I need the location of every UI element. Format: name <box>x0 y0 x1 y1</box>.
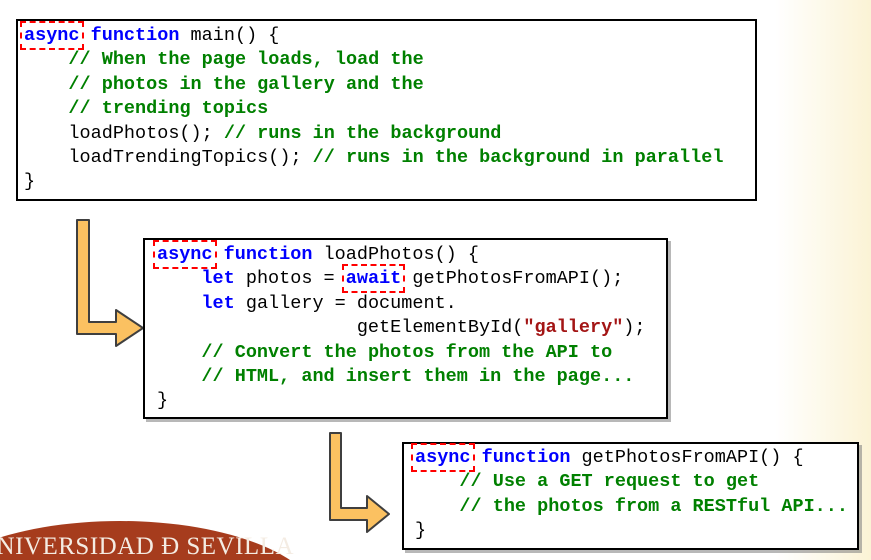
code-line: async function main() { <box>24 24 749 48</box>
code-line: } <box>415 519 846 543</box>
code-line: let photos = await getPhotosFromAPI(); <box>157 267 654 291</box>
code-token: } <box>24 171 35 192</box>
code-token: "gallery" <box>523 317 623 338</box>
code-line: async function getPhotosFromAPI() { <box>415 446 846 470</box>
code-box-getphotosfromapi-function: async function getPhotosFromAPI() { // U… <box>402 442 859 550</box>
code-line: // trending topics <box>24 97 749 121</box>
code-token: // the photos from a RESTful API... <box>459 496 848 517</box>
slide: async function main() { // When the page… <box>0 0 871 560</box>
code-box-main-function: async function main() { // When the page… <box>16 19 757 201</box>
code-token: } <box>157 390 168 411</box>
code-token <box>24 49 68 70</box>
code-token: } <box>415 520 426 541</box>
code-line: // HTML, and insert them in the page... <box>157 365 654 389</box>
code-token: function <box>224 244 313 265</box>
code-line: // the photos from a RESTful API... <box>415 495 846 519</box>
elbow-arrow-icon <box>330 433 389 532</box>
code-line: } <box>157 389 654 413</box>
code-token: getPhotosFromAPI() { <box>570 447 803 468</box>
code-token <box>157 293 201 314</box>
code-token: getPhotosFromAPI(); <box>401 268 623 289</box>
code-token: photos = <box>235 268 346 289</box>
highlighted-keyword: async <box>157 244 213 265</box>
code-token <box>415 496 459 517</box>
code-token: // photos in the gallery and the <box>68 74 423 95</box>
code-line: } <box>24 170 749 194</box>
flow-arrow-loadphotos-to-getphotos <box>324 432 392 538</box>
code-token: // Use a GET request to get <box>459 471 759 492</box>
code-box-loadphotos-function: async function loadPhotos() { let photos… <box>143 238 668 419</box>
code-token: getElementById( <box>157 317 523 338</box>
code-token <box>157 366 201 387</box>
code-line: // When the page loads, load the <box>24 48 749 72</box>
code-token: // HTML, and insert them in the page... <box>201 366 634 387</box>
code-line: async function loadPhotos() { <box>157 243 654 267</box>
code-line: // photos in the gallery and the <box>24 73 749 97</box>
code-token <box>471 447 482 468</box>
code-token <box>213 244 224 265</box>
code-line: // Use a GET request to get <box>415 470 846 494</box>
code-token: let <box>201 268 234 289</box>
flow-arrow-main-to-loadphotos <box>72 219 146 349</box>
highlighted-keyword: async <box>415 447 471 468</box>
code-token: // When the page loads, load the <box>68 49 423 70</box>
code-token: let <box>201 293 234 314</box>
code-token: function <box>482 447 571 468</box>
code-line: let gallery = document. <box>157 292 654 316</box>
code-token: // runs in the background <box>224 123 502 144</box>
code-token <box>157 342 201 363</box>
code-token: // trending topics <box>68 98 268 119</box>
code-token: loadPhotos() { <box>312 244 479 265</box>
code-token <box>415 471 459 492</box>
code-token: // runs in the background in parallel <box>313 147 724 168</box>
code-token: function <box>91 25 180 46</box>
code-token: // Convert the photos from the API to <box>201 342 612 363</box>
code-token: loadTrendingTopics(); <box>24 147 313 168</box>
universidad-sevilla-logo-text: UNIVERSIDAD Đ SEVILLA <box>0 533 294 560</box>
code-token <box>24 98 68 119</box>
code-line: loadPhotos(); // runs in the background <box>24 122 749 146</box>
code-token <box>80 25 91 46</box>
code-token: gallery = document. <box>235 293 457 314</box>
code-line: loadTrendingTopics(); // runs in the bac… <box>24 146 749 170</box>
elbow-arrow-icon <box>77 220 143 346</box>
code-token: loadPhotos(); <box>24 123 224 144</box>
code-token <box>157 268 201 289</box>
code-token: main() { <box>179 25 279 46</box>
code-line: getElementById("gallery"); <box>157 316 654 340</box>
code-line: // Convert the photos from the API to <box>157 341 654 365</box>
highlighted-keyword: await <box>346 268 402 289</box>
code-token: ); <box>623 317 645 338</box>
highlighted-keyword: async <box>24 25 80 46</box>
code-token <box>24 74 68 95</box>
